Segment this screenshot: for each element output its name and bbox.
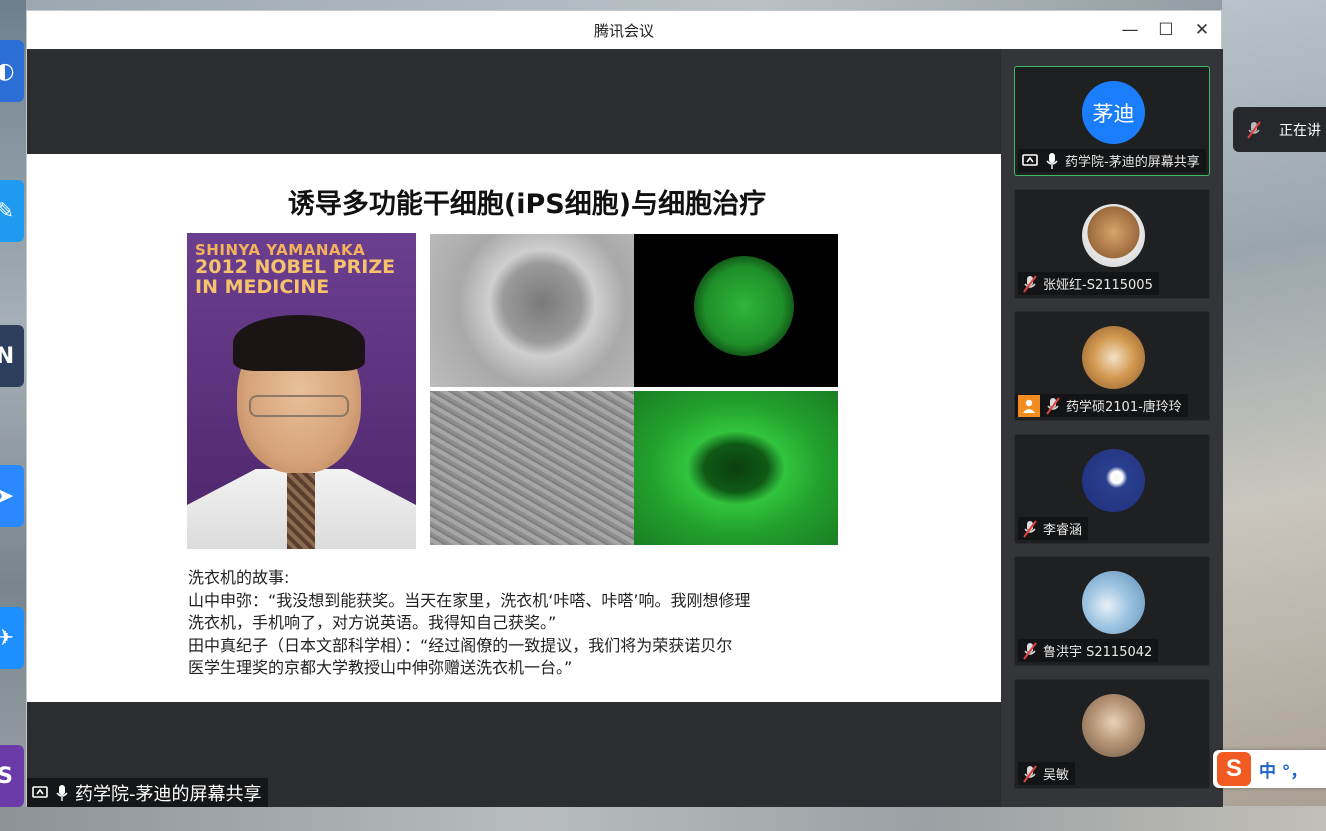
portrait-glasses [249, 395, 349, 417]
screen-share-label: 药学院-茅迪的屏幕共享 [75, 783, 262, 805]
desktop-icon-1[interactable]: ◐ [0, 40, 24, 102]
title-bar: 腾讯会议 — ☐ ✕ [27, 11, 1221, 49]
host-icon [1018, 394, 1040, 417]
avatar [1082, 326, 1145, 389]
shared-screen[interactable]: 诱导多功能干细胞(iPS细胞)与细胞治疗 SHINYA YAMANAKA 201… [27, 49, 1001, 807]
speaking-label: 正在讲 [1279, 122, 1321, 139]
caption-line-3: IN MEDICINE [195, 276, 330, 298]
ime-toolbar[interactable]: S 中 °， [1213, 750, 1326, 788]
participant-name: 药学院-茅迪的屏幕共享 [1065, 155, 1200, 170]
participant-label: 药学硕2101-唐玲玲 [1015, 394, 1188, 417]
microscopy-image-green-colony [634, 234, 838, 387]
speaking-indicator[interactable]: 正在讲 [1233, 107, 1326, 152]
participant-label: 张娅红-S2115005 [1018, 272, 1159, 295]
microphone-muted-icon [1021, 519, 1039, 538]
participant-label: 药学院-茅迪的屏幕共享 [1018, 149, 1206, 172]
desktop-bottom-strip [0, 806, 1326, 831]
participant-label: 鲁洪宇 S2115042 [1018, 639, 1159, 662]
screen-share-icon [31, 784, 49, 802]
maximize-icon: ☐ [1158, 20, 1174, 40]
microscopy-image-phase-colony [430, 234, 634, 387]
microphone-icon [1043, 152, 1061, 170]
participant-tile[interactable]: 张娅红-S2115005 [1014, 189, 1210, 299]
slide-title: 诱导多功能干细胞(iPS细胞)与细胞治疗 [287, 189, 767, 220]
microphone-icon [53, 784, 71, 802]
participant-name: 药学硕2101-唐玲玲 [1066, 400, 1182, 415]
participants-sidebar[interactable]: 茅迪 药学院-茅迪的屏幕共享 张娅红-S2115005 药学硕2101-唐玲玲 … [1001, 49, 1223, 807]
portrait-tie [287, 473, 315, 549]
avatar-initials: 茅迪 [1082, 81, 1145, 144]
microphone-muted-icon [1021, 764, 1039, 783]
minimize-icon: — [1121, 20, 1139, 40]
portrait-caption: SHINYA YAMANAKA 2012 NOBEL PRIZE IN MEDI… [195, 242, 410, 298]
microphone-muted-icon [1021, 274, 1039, 293]
microphone-muted-icon [1245, 120, 1263, 139]
meeting-window: 腾讯会议 — ☐ ✕ 诱导多功能干细胞(iPS细胞)与细胞治疗 SHINYA Y… [26, 10, 1223, 807]
participant-label: 吴敏 [1018, 762, 1076, 785]
screen-share-icon [1021, 152, 1039, 170]
desktop-left-strip [0, 0, 26, 831]
screen-share-tag: 药学院-茅迪的屏幕共享 [27, 778, 268, 807]
close-icon: ✕ [1194, 20, 1210, 40]
participant-tile[interactable]: 吴敏 [1014, 679, 1210, 789]
avatar [1082, 571, 1145, 634]
participant-tile[interactable]: 李睿涵 [1014, 434, 1210, 544]
presentation-slide: 诱导多功能干细胞(iPS细胞)与细胞治疗 SHINYA YAMANAKA 201… [27, 154, 1001, 702]
microscopy-image-phase-cells [430, 391, 634, 545]
window-title: 腾讯会议 [593, 21, 654, 40]
desktop-icon-2[interactable]: ✎ [0, 180, 24, 242]
close-button[interactable]: ✕ [1183, 11, 1221, 49]
desktop-icon-3[interactable]: N [0, 325, 24, 387]
avatar [1082, 694, 1145, 757]
participant-name: 李睿涵 [1043, 523, 1083, 538]
participant-name: 吴敏 [1043, 768, 1070, 783]
microphone-muted-icon [1021, 641, 1039, 660]
avatar [1082, 449, 1145, 512]
maximize-button[interactable]: ☐ [1147, 11, 1185, 49]
ime-mode-text[interactable]: 中 °， [1259, 757, 1307, 782]
desktop-icon-4[interactable]: ➤ [0, 465, 24, 527]
avatar: 茅迪 [1082, 81, 1145, 144]
nobel-portrait-image: SHINYA YAMANAKA 2012 NOBEL PRIZE IN MEDI… [187, 233, 416, 549]
microscopy-image-green-cells [634, 391, 838, 545]
minimize-button[interactable]: — [1111, 11, 1149, 49]
participant-name: 鲁洪宇 S2115042 [1043, 645, 1153, 660]
participant-tile[interactable]: 茅迪 药学院-茅迪的屏幕共享 [1014, 66, 1210, 176]
participant-tile[interactable]: 药学硕2101-唐玲玲 [1014, 311, 1210, 421]
portrait-hair [233, 315, 365, 371]
microphone-muted-icon [1044, 396, 1062, 415]
participant-label: 李睿涵 [1018, 517, 1089, 540]
desktop-icon-5[interactable]: ✈ [0, 607, 24, 669]
sogou-logo-icon[interactable]: S [1217, 752, 1251, 786]
desktop-icon-6[interactable]: S [0, 745, 24, 807]
participant-name: 张娅红-S2115005 [1043, 278, 1153, 293]
slide-body-text: 洗衣机的故事: 山中申弥：“我没想到能获奖。当天在家里，洗衣机‘咔嗒、咔嗒’响。… [188, 568, 751, 677]
participant-tile[interactable]: 鲁洪宇 S2115042 [1014, 556, 1210, 666]
avatar [1082, 204, 1145, 267]
